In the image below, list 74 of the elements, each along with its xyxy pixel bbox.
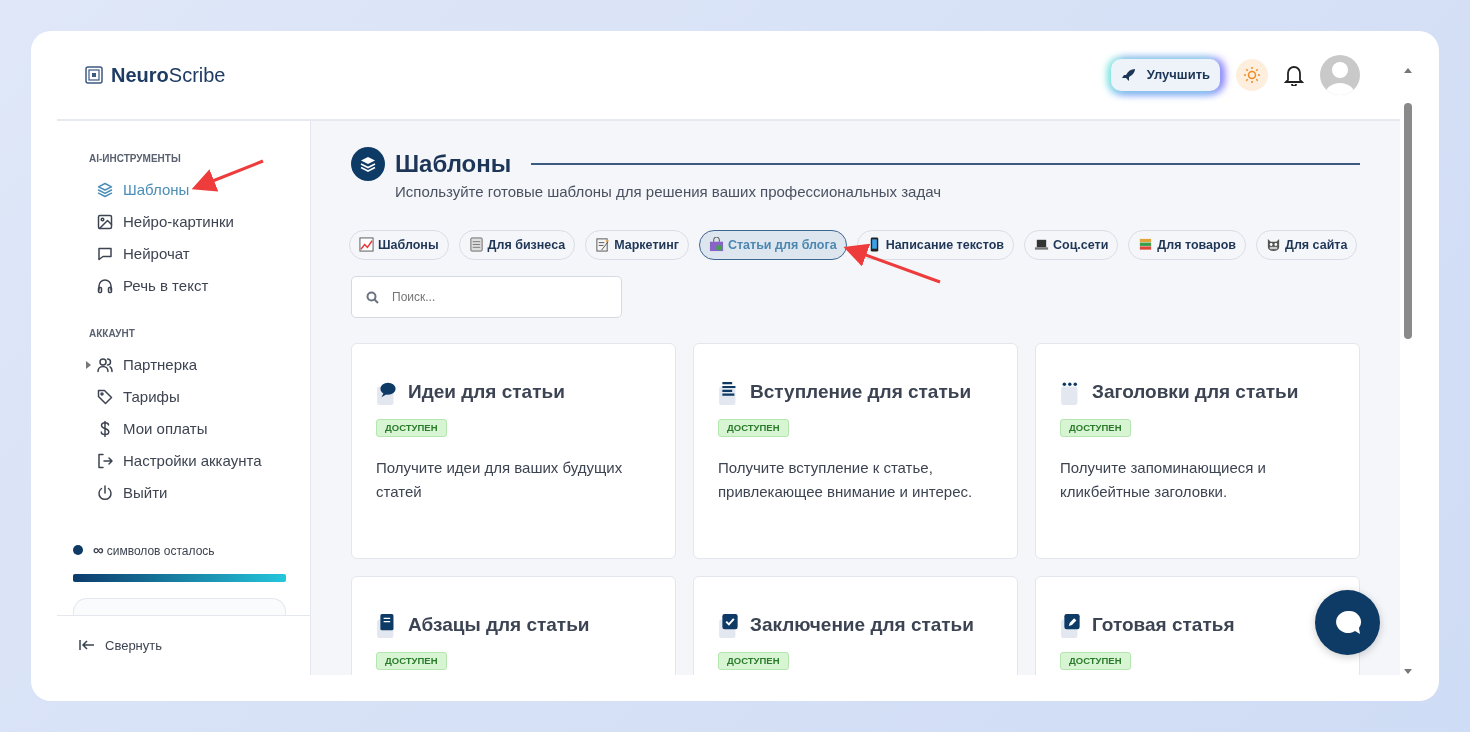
sidebar-item[interactable]: Настройки аккаунта <box>57 445 310 477</box>
sidebar-item[interactable]: Тарифы <box>57 381 310 413</box>
scroll-thumb[interactable] <box>1404 103 1412 339</box>
card-title: Заключение для статьи <box>750 613 974 638</box>
login-icon <box>97 453 113 469</box>
usage-amount: ∞ <box>93 541 104 558</box>
status-badge: ДОСТУПЕН <box>718 418 789 437</box>
card-description: Получите вступление к статье, привлекающее внимание и интерес. <box>718 457 974 502</box>
template-card[interactable]: Заголовки для статьи ДОСТУПЕН Получите запоминающиеся и кликбейтные заголовки. <box>1035 343 1360 560</box>
status-dot <box>73 545 83 556</box>
status-badge: ДОСТУПЕН <box>1060 651 1131 670</box>
tag-icon <box>97 389 113 405</box>
collapse-icon <box>79 639 95 652</box>
card-description: Получите идеи для ваших будущих статей <box>376 457 624 502</box>
caret-icon <box>86 361 91 369</box>
message-icon <box>97 246 113 262</box>
shopping-bag-icon <box>708 237 724 253</box>
newspaper-icon <box>468 237 484 253</box>
template-card[interactable]: Готовая статья ДОСТУПЕН <box>1035 576 1360 675</box>
scroll-up-icon[interactable] <box>1403 67 1413 73</box>
page-subtitle: Используйте готовые шаблоны для решения ваших профессиональных задач <box>395 182 942 202</box>
sidebar-item[interactable]: Партнерка <box>57 349 310 381</box>
card-description: Получите запоминающиеся и кликбейтные заголовки. <box>1060 457 1267 502</box>
card-title: Заголовки для статьи <box>1092 380 1299 405</box>
sidebar-item[interactable]: Выйти <box>57 477 310 509</box>
sidebar-item[interactable]: Мои оплаты <box>57 413 310 445</box>
power-icon <box>97 485 113 501</box>
chart-icon <box>359 237 374 253</box>
status-badge: ДОСТУПЕН <box>718 651 789 670</box>
sun-icon <box>1243 66 1261 84</box>
headphones-icon <box>97 278 113 294</box>
laptop-icon <box>1033 237 1049 253</box>
category-chip[interactable]: Для бизнеса <box>458 229 576 261</box>
memo-icon <box>595 237 611 253</box>
sidebar-item[interactable]: Шаблоны <box>57 174 310 206</box>
layers-icon <box>351 147 385 181</box>
category-chip[interactable]: Маркетинг <box>585 229 689 261</box>
image-icon <box>97 214 113 230</box>
search-field[interactable]: Поиск... <box>351 276 622 319</box>
template-card[interactable]: Абзацы для статьи ДОСТУПЕН <box>351 576 676 675</box>
scroll-down-icon[interactable] <box>1403 669 1413 675</box>
status-badge: ДОСТУПЕН <box>1060 418 1131 437</box>
cat-face-icon <box>1266 237 1281 253</box>
page-title: Шаблоны <box>395 152 512 176</box>
category-chip[interactable]: Для товаров <box>1128 229 1246 261</box>
card-title: Вступление для статьи <box>750 380 972 405</box>
usage-label: символов осталось <box>106 544 215 558</box>
collapse-button[interactable]: Свернуть <box>57 614 310 675</box>
theme-toggle-button[interactable] <box>1236 59 1268 91</box>
status-badge: ДОСТУПЕН <box>376 651 447 670</box>
books-icon <box>1138 237 1154 253</box>
layers-icon <box>97 182 113 198</box>
upgrade-button[interactable]: Улучшить <box>1110 59 1220 91</box>
bell-icon[interactable] <box>1284 64 1304 86</box>
logo-icon <box>85 66 103 84</box>
card-title: Готовая статья <box>1092 613 1235 638</box>
logo-text[interactable]: NeuroScribe <box>111 60 226 90</box>
template-card[interactable]: Идеи для статьи ДОСТУПЕН Получите идеи для ваших будущих статей <box>351 343 676 560</box>
section-label: AI-ИНСТРУМЕНТЫ <box>88 152 182 166</box>
category-chip[interactable]: Написание текстов <box>856 229 1014 261</box>
category-chip[interactable]: Для сайта <box>1256 229 1358 261</box>
sidebar-item[interactable]: Речь в текст <box>57 270 310 302</box>
sidebar-item[interactable]: Нейро-картинки <box>57 206 310 238</box>
category-chip[interactable]: Шаблоны <box>349 229 449 261</box>
template-card[interactable]: Вступление для статьи ДОСТУПЕН Получите вступление к статье, привлекающее внимание и интерес. <box>693 343 1018 560</box>
card-title: Идеи для статьи <box>408 380 565 405</box>
rocket-icon <box>1120 67 1137 83</box>
sidebar-item[interactable]: Нейрочат <box>57 238 310 270</box>
users-icon <box>97 357 113 373</box>
status-badge: ДОСТУПЕН <box>376 418 447 437</box>
category-chip[interactable]: Соц.сети <box>1023 229 1119 261</box>
section-label: АККАУНТ <box>88 327 136 341</box>
card-title: Абзацы для статьи <box>408 613 590 638</box>
template-card[interactable]: Заключение для статьи ДОСТУПЕН <box>693 576 1018 675</box>
